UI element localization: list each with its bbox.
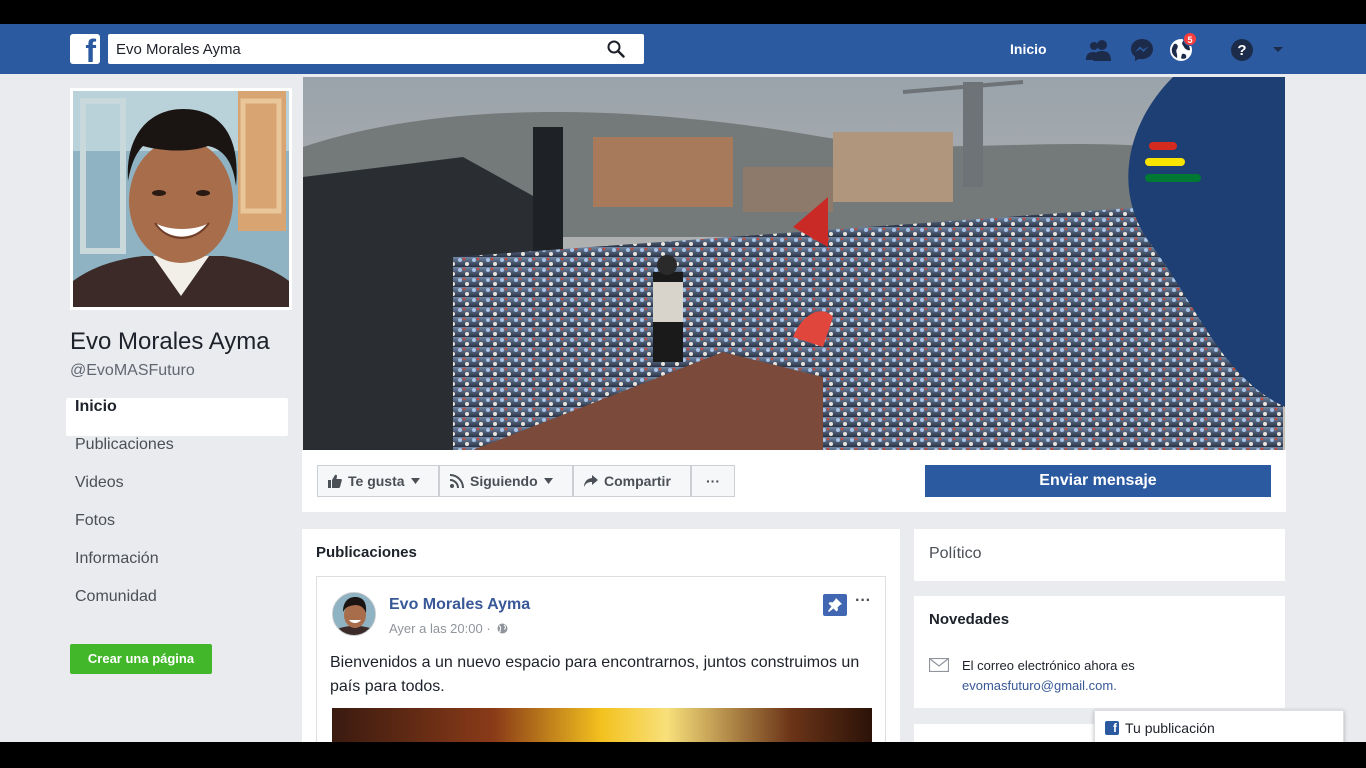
top-bar: f Inicio [0,24,1366,74]
pinned-post-icon [823,594,847,616]
globe-icon [497,623,508,634]
profile-picture[interactable] [70,88,292,310]
facebook-page-screen: f Inicio [0,24,1366,742]
caret-down-icon [410,478,420,484]
help-icon[interactable]: ? [1229,37,1255,63]
post-text: Bienvenidos a un nuevo espacio para enco… [330,654,860,695]
post-author-avatar[interactable] [332,592,376,636]
friends-icon[interactable] [1086,37,1112,63]
search-input[interactable] [116,39,596,59]
post-time-text: Ayer a las 20:00 · [389,621,491,636]
page-category[interactable]: Político [929,545,981,563]
sidebar-item-publicaciones[interactable]: Publicaciones [66,436,288,474]
notifications-globe-icon[interactable]: 5 [1168,32,1197,63]
more-actions-button[interactable]: ··· [691,465,735,497]
rss-icon [450,474,464,488]
post-author-name[interactable]: Evo Morales Ayma [389,596,530,614]
posts-section-title: Publicaciones [316,544,417,561]
search-box [108,34,644,64]
your-post-label: Tu publicación [1125,720,1215,736]
create-page-button[interactable]: Crear una página [70,644,212,674]
facebook-mini-icon: f [1105,721,1119,735]
cover-photo[interactable] [303,77,1285,450]
following-button[interactable]: Siguiendo [439,465,573,497]
letterbox-bottom [0,742,1366,768]
like-button-label: Te gusta [348,473,405,489]
sidebar-item-inicio[interactable]: Inicio [66,398,288,436]
svg-text:?: ? [1237,42,1246,59]
news-title: Novedades [929,611,1010,628]
sidebar-nav: Inicio Publicaciones Videos Fotos Inform… [66,398,288,626]
following-button-label: Siguiendo [470,473,538,489]
envelope-icon [929,658,949,672]
your-post-popup[interactable]: f Tu publicación [1094,710,1344,742]
more-actions-label: ··· [706,473,720,489]
post-options-button[interactable]: ··· [855,592,871,610]
post-timestamp[interactable]: Ayer a las 20:00 · [389,621,508,636]
page-handle[interactable]: @EvoMASFuturo [70,362,195,380]
page-title: Evo Morales Ayma [70,328,270,355]
sidebar-item-comunidad[interactable]: Comunidad [66,588,288,626]
share-button[interactable]: Compartir [573,465,691,497]
share-arrow-icon [584,475,598,487]
sidebar-item-videos[interactable]: Videos [66,474,288,512]
share-button-label: Compartir [604,473,671,489]
search-button[interactable] [588,34,644,64]
send-message-button[interactable]: Enviar mensaje [925,465,1271,497]
like-button[interactable]: Te gusta [317,465,439,497]
chevron-down-icon[interactable] [1265,37,1291,63]
notification-badge: 5 [1183,32,1197,46]
nav-home-link[interactable]: Inicio [1010,41,1047,57]
news-email-link[interactable]: evomasfuturo@gmail.com. [962,678,1117,693]
news-email-label: El correo electrónico ahora es [962,658,1135,673]
post-image[interactable] [332,708,872,742]
sidebar-item-fotos[interactable]: Fotos [66,512,288,550]
search-icon [607,40,625,58]
caret-down-icon [543,478,553,484]
sidebar-item-informacion[interactable]: Información [66,550,288,588]
letterbox-top [0,0,1366,24]
thumbs-up-icon [328,474,342,488]
facebook-logo-icon[interactable]: f [70,34,100,64]
messenger-icon[interactable] [1129,37,1155,63]
